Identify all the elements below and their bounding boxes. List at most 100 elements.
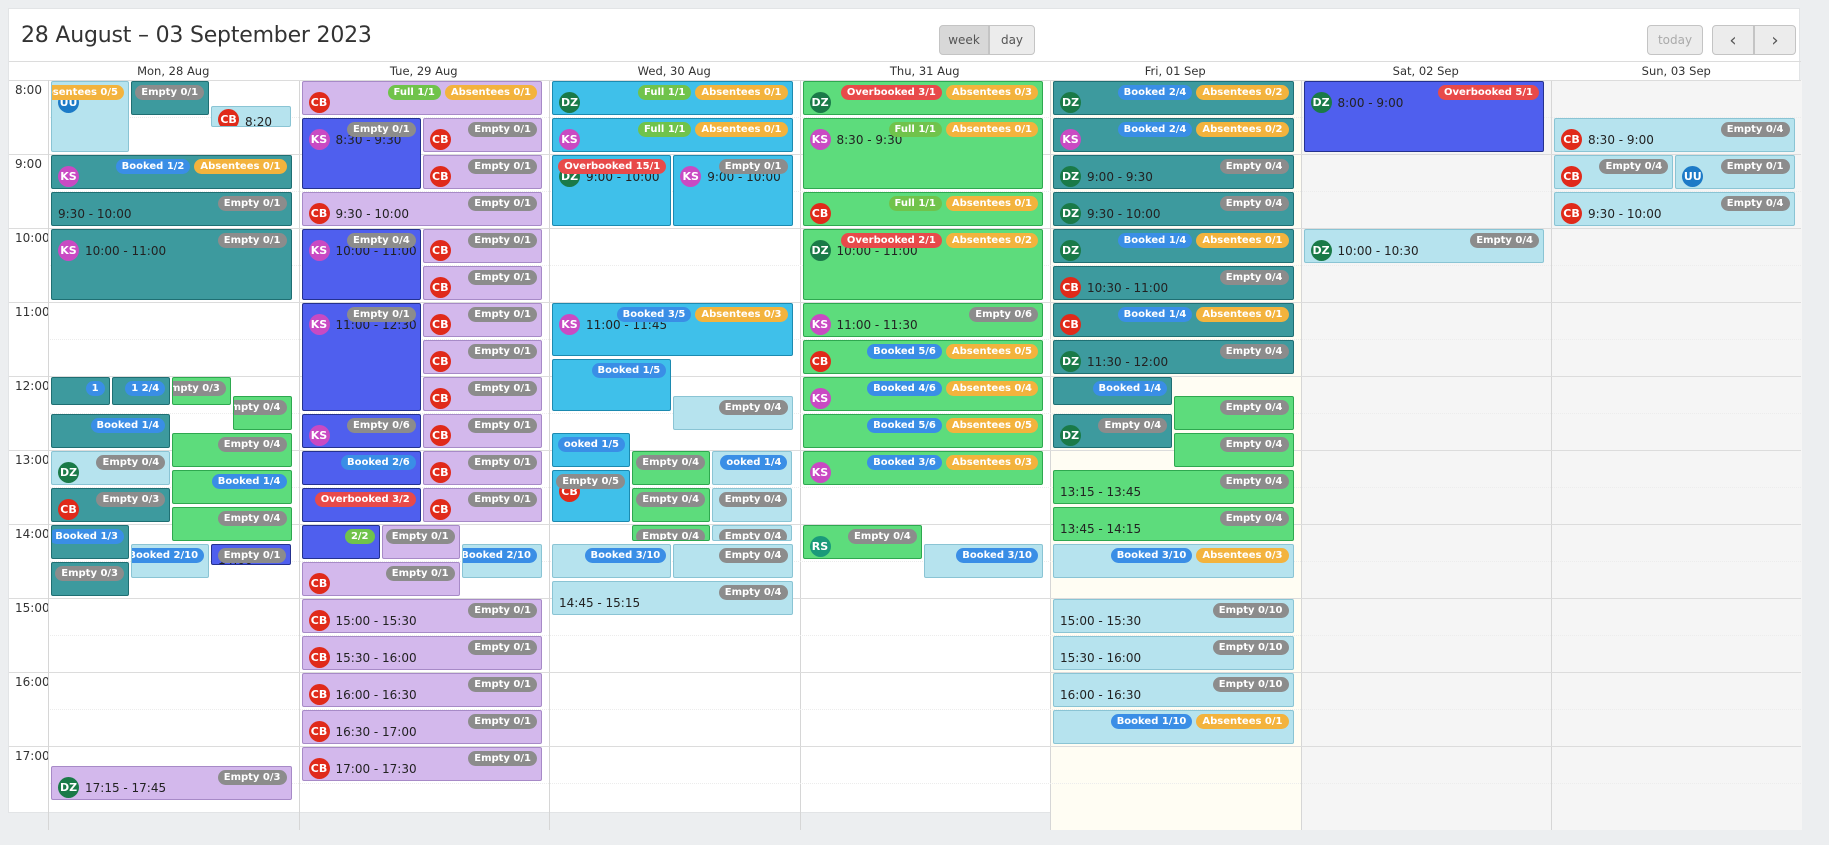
day-view-button[interactable]: day — [989, 25, 1035, 55]
calendar-event[interactable]: 9:30 - 10:00 Empty 0/1 — [51, 192, 292, 226]
calendar-event[interactable]: DZ 9:30 - 10:00 Empty 0/4 — [1053, 192, 1294, 226]
calendar-event[interactable]: DZ Empty 0/4 — [1053, 414, 1173, 448]
calendar-event[interactable]: KS 11:00 - 12:30 Empty 0/1 — [301, 303, 421, 411]
calendar-event[interactable]: Empty 0/4 — [712, 525, 793, 541]
calendar-event[interactable]: 14:00Empty 0/1 — [211, 543, 292, 566]
day-column[interactable] — [1300, 80, 1551, 830]
calendar-event[interactable]: Booked 5/6 Absentees 0/5 — [802, 414, 1043, 448]
calendar-event[interactable]: 13:15 - 13:45 Empty 0/4 — [1053, 469, 1294, 504]
calendar-event[interactable]: Empty 0/4 — [673, 543, 793, 578]
calendar-event[interactable]: Empty 0/4 — [632, 451, 711, 485]
calendar-event[interactable]: Empty 0/3 — [172, 377, 231, 405]
calendar-event[interactable]: CB 16:30 - 17:00 Empty 0/1 — [301, 710, 542, 744]
calendar-event[interactable]: Empty 0/4 — [673, 395, 793, 430]
calendar-event[interactable]: KS Empty 0/6 — [301, 414, 421, 448]
calendar-event[interactable]: CB Booked 1/4 Absentees 0/1 — [1053, 303, 1294, 337]
calendar-event[interactable]: 15:00 - 15:30 Empty 0/10 — [1053, 599, 1294, 633]
calendar-event[interactable]: Empty 0/3 — [51, 562, 130, 596]
calendar-event[interactable]: Booked 2/10 — [461, 543, 542, 578]
calendar-event[interactable]: CB Empty 0/1 — [422, 266, 542, 300]
calendar-event[interactable]: KS Booked 1/2 Absentees 0/1 — [51, 155, 292, 189]
calendar-event[interactable]: DZ 8:00 - 9:00 Overbooked 5/1 — [1303, 81, 1544, 152]
calendar-event[interactable]: CB 9:30 - 10:00 Empty 0/1 — [301, 192, 542, 226]
calendar-event[interactable]: 1 2/4 — [111, 377, 171, 405]
calendar-event[interactable]: Empty 0/4 — [632, 525, 711, 541]
calendar-event[interactable]: DZ Overbooked 3/1 Absentees 0/3 — [802, 81, 1043, 115]
calendar-event[interactable]: ooked 1/4 — [712, 451, 793, 485]
calendar-event[interactable]: CB 15:00 - 15:30 Empty 0/1 — [301, 599, 542, 633]
calendar-event[interactable]: KS 8:30 - 9:30 Full 1/1 Absentees 0/1 — [802, 118, 1043, 189]
calendar-event[interactable]: CB 8:30 - 9:00 Empty 0/4 — [1554, 118, 1795, 152]
calendar-event[interactable]: KS Booked 4/6 Absentees 0/4 — [802, 377, 1043, 411]
calendar-event[interactable]: CB Full 1/1 Absentees 0/1 — [802, 192, 1043, 226]
calendar-event[interactable]: CB Empty 0/1 — [422, 303, 542, 337]
calendar-event[interactable]: Booked 3/10 Absentees 0/3 — [1053, 543, 1294, 578]
calendar-event[interactable]: CB Empty 0/1 — [422, 118, 542, 152]
calendar-event[interactable]: KS Booked 2/4 Absentees 0/2 — [1053, 118, 1294, 152]
calendar-event[interactable]: Booked 3/10 — [923, 543, 1043, 578]
calendar-event[interactable]: DZ 9:00 - 10:00 Overbooked 15/1 — [552, 155, 672, 226]
calendar-event[interactable]: Empty 0/4 — [172, 432, 292, 467]
calendar-event[interactable]: CB Booked 5/6 Absentees 0/5 — [802, 340, 1043, 374]
calendar-event[interactable]: 2/2 — [301, 525, 380, 559]
calendar-event[interactable]: KS 9:00 - 10:00 Empty 0/1 — [673, 155, 793, 226]
today-button[interactable]: today — [1647, 25, 1703, 55]
calendar-event[interactable]: 1 — [51, 377, 110, 405]
calendar-event[interactable]: CB 15:30 - 16:00 Empty 0/1 — [301, 636, 542, 670]
calendar-event[interactable]: KS 11:00 - 11:30 Empty 0/6 — [802, 303, 1043, 337]
calendar-event[interactable]: CB 9:30 - 10:00 Empty 0/4 — [1554, 192, 1795, 226]
calendar-event[interactable]: CB Empty 0/1 — [422, 340, 542, 374]
calendar-event[interactable]: Empty 0/4 — [712, 488, 793, 522]
calendar-event[interactable]: CB 8:20 — [211, 105, 292, 128]
calendar-event[interactable]: Empty 0/1 — [381, 525, 460, 559]
calendar-event[interactable]: CB Empty 0/1 — [422, 229, 542, 263]
calendar-event[interactable]: ooked 1/5 — [552, 432, 631, 467]
calendar-event[interactable]: DZ Booked 1/4 Absentees 0/1 — [1053, 229, 1294, 263]
calendar-event[interactable]: CB Empty 0/1 — [422, 414, 542, 448]
calendar-event[interactable]: UU Empty 0/1 — [1675, 155, 1795, 189]
calendar-event[interactable]: KS 10:00 - 11:00 Empty 0/4 — [301, 229, 421, 300]
calendar-event[interactable]: CB Empty 0/4 — [1554, 155, 1674, 189]
calendar-event[interactable]: Empty 0/4 — [1174, 432, 1294, 467]
calendar-event[interactable]: KS 11:00 - 11:45 Booked 3/5 Absentees 0/3 — [552, 303, 793, 356]
calendar-event[interactable]: Overbooked 3/2 — [301, 488, 421, 522]
calendar-event[interactable]: CB Empty 0/1 — [301, 562, 460, 596]
calendar-event[interactable]: CB Empty 0/1 — [422, 155, 542, 189]
calendar-event[interactable]: 14:45 - 15:15 Empty 0/4 — [552, 580, 793, 615]
calendar-event[interactable]: Booked 3/10 — [552, 543, 672, 578]
calendar-event[interactable]: 16:00 - 16:30 Empty 0/10 — [1053, 673, 1294, 707]
calendar-event[interactable]: CB 17:00 - 17:30 Empty 0/1 — [301, 747, 542, 781]
calendar-event[interactable]: DZ Booked 2/4 Absentees 0/2 — [1053, 81, 1294, 115]
calendar-event[interactable]: UUOverbooked 5/4Absentees 0/5 — [51, 81, 130, 152]
calendar-event[interactable]: CB Empty 0/1 — [422, 451, 542, 485]
calendar-event[interactable]: KS Full 1/1 Absentees 0/1 — [552, 118, 793, 152]
calendar-event[interactable]: DZ 17:15 - 17:45 Empty 0/3 — [51, 765, 292, 800]
calendar-event[interactable]: Booked 2/10 — [131, 543, 210, 578]
calendar-event[interactable]: Booked 1/5 — [552, 358, 672, 411]
calendar-event[interactable]: KS 10:00 - 11:00 Empty 0/1 — [51, 229, 292, 300]
calendar-event[interactable]: DZ 11:30 - 12:00 Empty 0/4 — [1053, 340, 1294, 374]
calendar-event[interactable]: DZ 9:00 - 9:30 Empty 0/4 — [1053, 155, 1294, 189]
calendar-event[interactable]: Booked 2/6 — [301, 451, 421, 485]
calendar-event[interactable]: 13:45 - 14:15 Empty 0/4 — [1053, 506, 1294, 541]
week-view-button[interactable]: week — [939, 25, 989, 55]
calendar-event[interactable]: Empty 0/4 — [632, 488, 711, 522]
calendar-event[interactable]: Empty 0/4 — [232, 395, 292, 430]
calendar-event[interactable]: CB 16:00 - 16:30 Empty 0/1 — [301, 673, 542, 707]
calendar-event[interactable]: CB Full 1/1 Absentees 0/1 — [301, 81, 542, 115]
calendar-event[interactable]: 15:30 - 16:00 Empty 0/10 — [1053, 636, 1294, 670]
calendar-event[interactable]: DZ Empty 0/4 — [51, 451, 171, 485]
calendar-event[interactable]: CB Empty 0/5 — [552, 469, 631, 522]
calendar-event[interactable]: CB Empty 0/3 — [51, 488, 171, 522]
calendar-event[interactable]: CB Empty 0/1 — [422, 488, 542, 522]
calendar-event[interactable]: CB 10:30 - 11:00 Empty 0/4 — [1053, 266, 1294, 300]
next-week-button[interactable]: › — [1754, 25, 1796, 55]
calendar-event[interactable]: DZ 10:00 - 11:00 Overbooked 2/1 Absentees 0… — [802, 229, 1043, 300]
calendar-event[interactable]: DZ 10:00 - 10:30 Empty 0/4 — [1303, 229, 1544, 263]
prev-week-button[interactable]: ‹ — [1712, 25, 1754, 55]
calendar-event[interactable]: Booked 1/4 — [1053, 377, 1173, 405]
calendar-event[interactable]: Booked 1/4 — [172, 469, 292, 504]
calendar-event[interactable]: Empty 0/4 — [1174, 395, 1294, 430]
calendar-event[interactable]: Booked 1/10 Absentees 0/1 — [1053, 710, 1294, 744]
calendar-event[interactable]: KS 8:30 - 9:30 Empty 0/1 — [301, 118, 421, 189]
